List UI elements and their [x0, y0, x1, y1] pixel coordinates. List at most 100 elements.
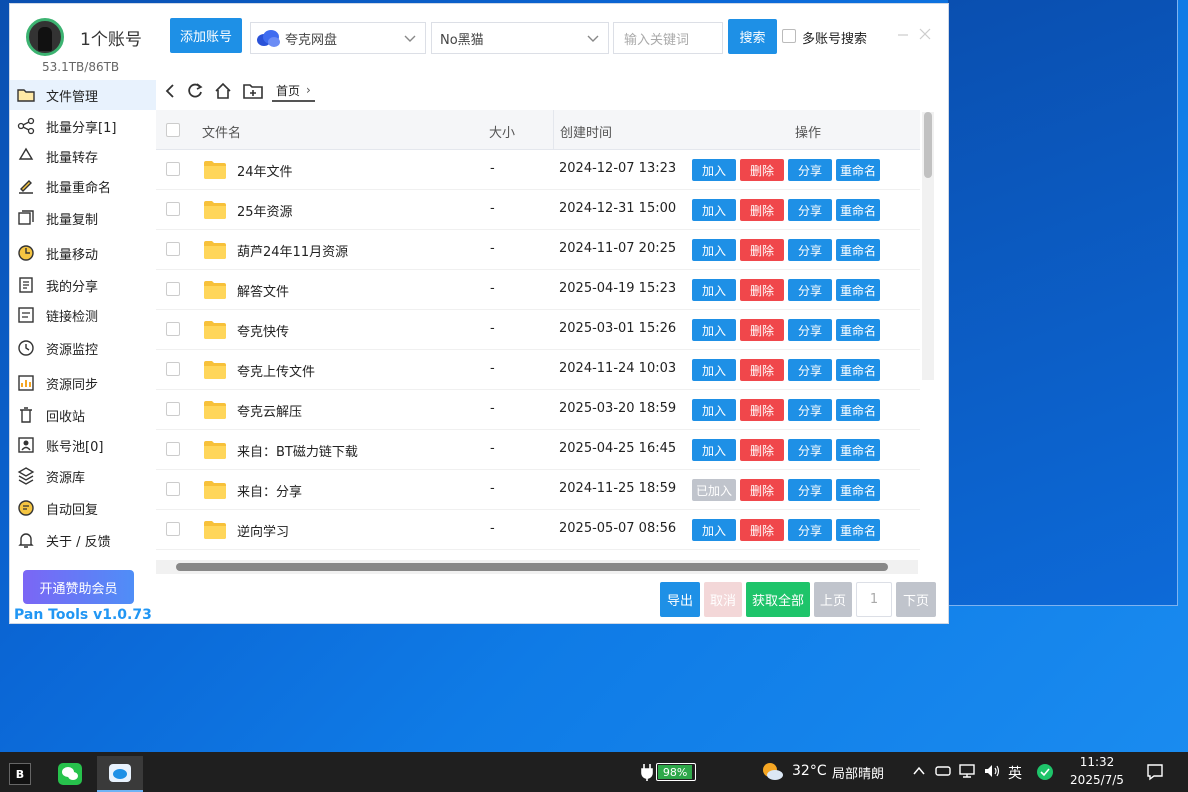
file-name[interactable]: 葫芦24年11月资源	[237, 241, 348, 260]
table-row[interactable]: 逆向学习 - 2025-05-07 08:56 加入 删除 分享 重命名	[156, 510, 920, 550]
device-icon[interactable]	[934, 764, 952, 778]
select-all-checkbox[interactable]	[166, 123, 180, 137]
sidebar-item-3[interactable]: 批量重命名	[10, 171, 156, 201]
delete-button[interactable]: 删除	[740, 279, 784, 301]
table-row[interactable]: 葫芦24年11月资源 - 2024-11-07 20:25 加入 删除 分享 重命名	[156, 230, 920, 270]
export-button[interactable]: 导出	[660, 582, 700, 617]
table-row[interactable]: 夸克上传文件 - 2024-11-24 10:03 加入 删除 分享 重命名	[156, 350, 920, 390]
file-name[interactable]: 解答文件	[237, 281, 289, 300]
sidebar-item-10[interactable]: 回收站	[10, 400, 156, 430]
row-checkbox[interactable]	[166, 442, 180, 456]
clock-date[interactable]: 2025/7/5	[1066, 773, 1128, 787]
delete-button[interactable]: 删除	[740, 199, 784, 221]
add-button[interactable]: 加入	[692, 519, 736, 541]
sidebar-item-7[interactable]: 链接检测	[10, 300, 156, 330]
minimize-icon[interactable]	[896, 26, 910, 42]
file-name[interactable]: 来自：BT磁力链下载	[237, 441, 358, 460]
sidebar-item-1[interactable]: 批量分享[1]	[10, 111, 156, 141]
share-button[interactable]: 分享	[788, 399, 832, 421]
share-button[interactable]: 分享	[788, 279, 832, 301]
sidebar-item-5[interactable]: 批量移动	[10, 238, 156, 268]
row-checkbox[interactable]	[166, 322, 180, 336]
delete-button[interactable]: 删除	[740, 159, 784, 181]
avatar[interactable]	[26, 18, 64, 56]
horizontal-scrollbar[interactable]	[156, 560, 918, 574]
add-button[interactable]: 加入	[692, 439, 736, 461]
filter-select[interactable]: No黑猫	[431, 22, 609, 54]
share-button[interactable]: 分享	[788, 439, 832, 461]
nav-back-icon[interactable]	[162, 79, 178, 103]
row-checkbox[interactable]	[166, 282, 180, 296]
sidebar-item-0[interactable]: 文件管理	[10, 80, 156, 110]
get-all-button[interactable]: 获取全部	[746, 582, 810, 617]
file-name[interactable]: 24年文件	[237, 161, 293, 180]
next-page-button[interactable]: 下页	[896, 582, 936, 617]
cancel-button[interactable]: 取消	[704, 582, 742, 617]
prev-page-button[interactable]: 上页	[814, 582, 852, 617]
app-tray-icon[interactable]	[1036, 763, 1054, 781]
add-button[interactable]: 加入	[692, 199, 736, 221]
file-name[interactable]: 夸克上传文件	[237, 361, 315, 380]
rename-button[interactable]: 重命名	[836, 159, 880, 181]
rename-button[interactable]: 重命名	[836, 519, 880, 541]
delete-button[interactable]: 删除	[740, 239, 784, 261]
close-icon[interactable]	[918, 26, 932, 42]
rename-button[interactable]: 重命名	[836, 399, 880, 421]
rename-button[interactable]: 重命名	[836, 479, 880, 501]
row-checkbox[interactable]	[166, 202, 180, 216]
network-icon[interactable]	[958, 763, 976, 779]
table-row[interactable]: 24年文件 - 2024-12-07 13:23 加入 删除 分享 重命名	[156, 150, 920, 190]
file-name[interactable]: 夸克云解压	[237, 401, 302, 420]
row-checkbox[interactable]	[166, 482, 180, 496]
delete-button[interactable]: 删除	[740, 399, 784, 421]
add-button[interactable]: 加入	[692, 319, 736, 341]
home-icon[interactable]	[213, 79, 233, 103]
file-name[interactable]: 来自：分享	[237, 481, 302, 500]
rename-button[interactable]: 重命名	[836, 279, 880, 301]
file-name[interactable]: 夸克快传	[237, 321, 289, 340]
page-number-input[interactable]: 1	[856, 582, 892, 617]
add-button[interactable]: 加入	[692, 279, 736, 301]
sidebar-item-6[interactable]: 我的分享	[10, 270, 156, 300]
battery-indicator[interactable]: 98%	[656, 763, 696, 781]
weather-temp[interactable]: 32°C	[792, 763, 827, 779]
add-button[interactable]: 加入	[692, 239, 736, 261]
add-button[interactable]: 加入	[692, 359, 736, 381]
delete-button[interactable]: 删除	[740, 319, 784, 341]
add-button[interactable]: 加入	[692, 159, 736, 181]
add-account-button[interactable]: 添加账号	[170, 18, 242, 53]
multi-account-checkbox[interactable]	[782, 29, 796, 43]
table-row[interactable]: 解答文件 - 2025-04-19 15:23 加入 删除 分享 重命名	[156, 270, 920, 310]
row-checkbox[interactable]	[166, 162, 180, 176]
new-folder-icon[interactable]	[242, 79, 264, 103]
row-checkbox[interactable]	[166, 362, 180, 376]
taskbar-app-wechat[interactable]	[50, 756, 90, 792]
sidebar-item-12[interactable]: 资源库	[10, 461, 156, 491]
share-button[interactable]: 分享	[788, 159, 832, 181]
table-row[interactable]: 来自：BT磁力链下载 - 2025-04-25 16:45 加入 删除 分享 重命名	[156, 430, 920, 470]
row-checkbox[interactable]	[166, 522, 180, 536]
sidebar-item-9[interactable]: 资源同步	[10, 368, 156, 398]
delete-button[interactable]: 删除	[740, 519, 784, 541]
taskbar-app-pantools[interactable]	[97, 756, 143, 792]
delete-button[interactable]: 删除	[740, 439, 784, 461]
notification-icon[interactable]	[1146, 763, 1164, 781]
share-button[interactable]: 分享	[788, 479, 832, 501]
sidebar-item-14[interactable]: 关于 / 反馈	[10, 525, 156, 555]
weather-desc[interactable]: 局部晴朗	[832, 763, 884, 782]
header-created[interactable]: 创建时间	[560, 122, 612, 141]
row-checkbox[interactable]	[166, 402, 180, 416]
rename-button[interactable]: 重命名	[836, 319, 880, 341]
breadcrumb-home[interactable]: 首页	[276, 82, 300, 99]
table-row[interactable]: 来自：分享 - 2024-11-25 18:59 已加入 删除 分享 重命名	[156, 470, 920, 510]
file-name[interactable]: 逆向学习	[237, 521, 289, 540]
taskbar-app-terminal[interactable]: B	[0, 756, 40, 792]
table-row[interactable]: 夸克快传 - 2025-03-01 15:26 加入 删除 分享 重命名	[156, 310, 920, 350]
row-checkbox[interactable]	[166, 242, 180, 256]
delete-button[interactable]: 删除	[740, 359, 784, 381]
sidebar-item-8[interactable]: 资源监控	[10, 333, 156, 363]
rename-button[interactable]: 重命名	[836, 199, 880, 221]
vertical-scrollbar[interactable]	[922, 112, 934, 380]
refresh-icon[interactable]	[185, 79, 205, 103]
share-button[interactable]: 分享	[788, 239, 832, 261]
